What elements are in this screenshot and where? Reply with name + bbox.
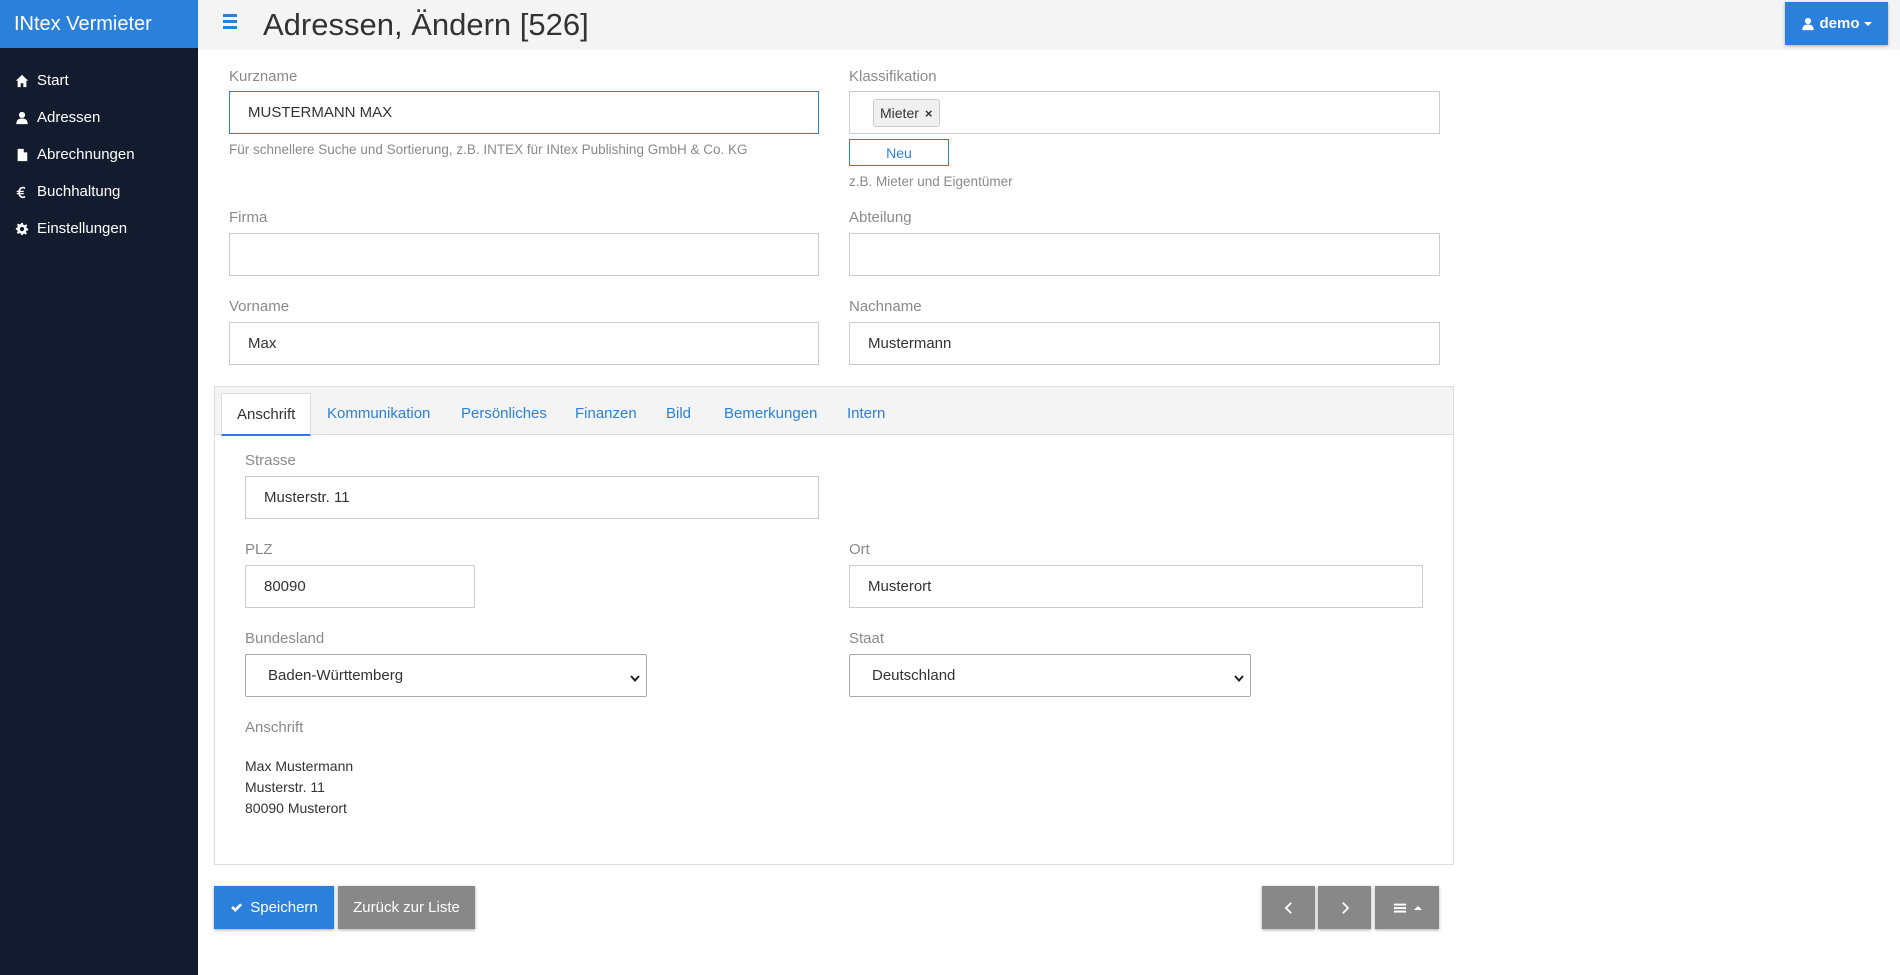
- tab-bemerkungen[interactable]: Bemerkungen: [709, 393, 832, 436]
- abteilung-label: Abteilung: [849, 209, 912, 226]
- tab-finanzen[interactable]: Finanzen: [560, 393, 652, 436]
- caret-down-icon: [1863, 21, 1872, 26]
- klassifikation-tag: Mieter ×: [873, 99, 940, 127]
- page-title: Adressen, Ändern [526]: [263, 7, 589, 42]
- bundesland-label: Bundesland: [245, 630, 325, 647]
- strasse-input[interactable]: [245, 476, 819, 519]
- plz-label: PLZ: [245, 541, 273, 558]
- chevron-down-icon: [1234, 670, 1244, 683]
- tab-anschrift[interactable]: Anschrift: [221, 393, 312, 436]
- sidebar-item-label: Abrechnungen: [37, 146, 135, 163]
- nachname-label: Nachname: [849, 298, 922, 315]
- sidebar: INtex Vermieter Start Adressen Abrechnun…: [0, 0, 198, 975]
- save-button[interactable]: Speichern: [214, 886, 334, 929]
- user-menu-button[interactable]: demo: [1785, 2, 1888, 45]
- list-menu-icon: [1393, 903, 1406, 913]
- ort-label: Ort: [849, 541, 870, 558]
- remove-tag-icon[interactable]: ×: [925, 106, 933, 121]
- sidebar-item-start[interactable]: Start: [0, 62, 198, 99]
- sidebar-item-adressen[interactable]: Adressen: [0, 99, 198, 136]
- klassifikation-tag-input[interactable]: Mieter ×: [849, 91, 1440, 134]
- sidebar-nav: Start Adressen Abrechnungen Buchhaltung …: [0, 62, 198, 247]
- staat-value: Deutschland: [872, 667, 956, 684]
- tab-intern[interactable]: Intern: [832, 393, 900, 436]
- euro-icon: [14, 184, 30, 200]
- user-icon: [14, 110, 30, 126]
- klassifikation-help: z.B. Mieter und Eigentümer: [849, 174, 1013, 189]
- new-klassifikation-button[interactable]: Neu: [849, 139, 949, 166]
- caret-up-icon: [1413, 905, 1422, 910]
- bundesland-value: Baden-Württemberg: [268, 667, 404, 684]
- tab-bild[interactable]: Bild: [651, 393, 706, 436]
- vorname-label: Vorname: [229, 298, 290, 315]
- address-tabs-panel: Anschrift Kommunikation Persönliches Fin…: [214, 386, 1454, 865]
- bundesland-select[interactable]: Baden-Württemberg: [245, 654, 647, 697]
- plz-input[interactable]: [245, 565, 475, 608]
- nachname-input[interactable]: [849, 322, 1440, 365]
- sidebar-item-einstellungen[interactable]: Einstellungen: [0, 210, 198, 247]
- more-actions-button[interactable]: [1375, 886, 1439, 929]
- staat-select[interactable]: Deutschland: [849, 654, 1251, 697]
- address-preview: Max Mustermann Musterstr. 11 80090 Muste…: [245, 756, 353, 819]
- tab-kommunikation[interactable]: Kommunikation: [312, 393, 445, 436]
- home-icon: [14, 73, 30, 89]
- kurzname-help: Für schnellere Suche und Sortierung, z.B…: [229, 142, 748, 157]
- strasse-label: Strasse: [245, 452, 296, 469]
- address-line: Max Mustermann: [245, 758, 354, 774]
- abteilung-input[interactable]: [849, 233, 1440, 276]
- user-icon: [1802, 17, 1815, 30]
- sidebar-item-buchhaltung[interactable]: Buchhaltung: [0, 173, 198, 210]
- sidebar-item-label: Start: [37, 72, 69, 89]
- tag-label: Mieter: [880, 105, 919, 121]
- address-line: Musterstr. 11: [245, 779, 325, 795]
- gear-icon: [14, 221, 30, 237]
- check-icon: [231, 903, 243, 912]
- tab-bar: Anschrift Kommunikation Persönliches Fin…: [215, 387, 1453, 436]
- staat-label: Staat: [849, 630, 885, 647]
- file-icon: [14, 147, 30, 163]
- chevron-left-icon: [1284, 901, 1292, 914]
- previous-button[interactable]: [1262, 886, 1315, 929]
- sidebar-item-abrechnungen[interactable]: Abrechnungen: [0, 136, 198, 173]
- kurzname-input[interactable]: [229, 91, 819, 134]
- firma-label: Firma: [229, 209, 268, 226]
- sidebar-item-label: Adressen: [37, 109, 101, 126]
- sidebar-item-label: Buchhaltung: [37, 183, 121, 200]
- vorname-input[interactable]: [229, 322, 819, 365]
- address-line: 80090 Musterort: [245, 800, 347, 816]
- tab-persoenliches[interactable]: Persönliches: [446, 393, 562, 436]
- app-brand[interactable]: INtex Vermieter: [0, 0, 198, 48]
- sidebar-item-label: Einstellungen: [37, 220, 128, 237]
- anschrift-label: Anschrift: [245, 719, 304, 736]
- kurzname-label: Kurzname: [229, 68, 298, 85]
- firma-input[interactable]: [229, 233, 819, 276]
- ort-input[interactable]: [849, 565, 1423, 608]
- next-button[interactable]: [1318, 886, 1371, 929]
- user-name: demo: [1819, 15, 1860, 32]
- menu-toggle-icon[interactable]: [223, 14, 237, 34]
- save-button-label: Speichern: [250, 899, 318, 916]
- chevron-down-icon: [630, 670, 640, 683]
- klassifikation-label: Klassifikation: [849, 68, 937, 85]
- back-to-list-button[interactable]: Zurück zur Liste: [338, 886, 475, 929]
- chevron-right-icon: [1341, 901, 1349, 914]
- topbar: Adressen, Ändern [526] demo: [198, 0, 1900, 50]
